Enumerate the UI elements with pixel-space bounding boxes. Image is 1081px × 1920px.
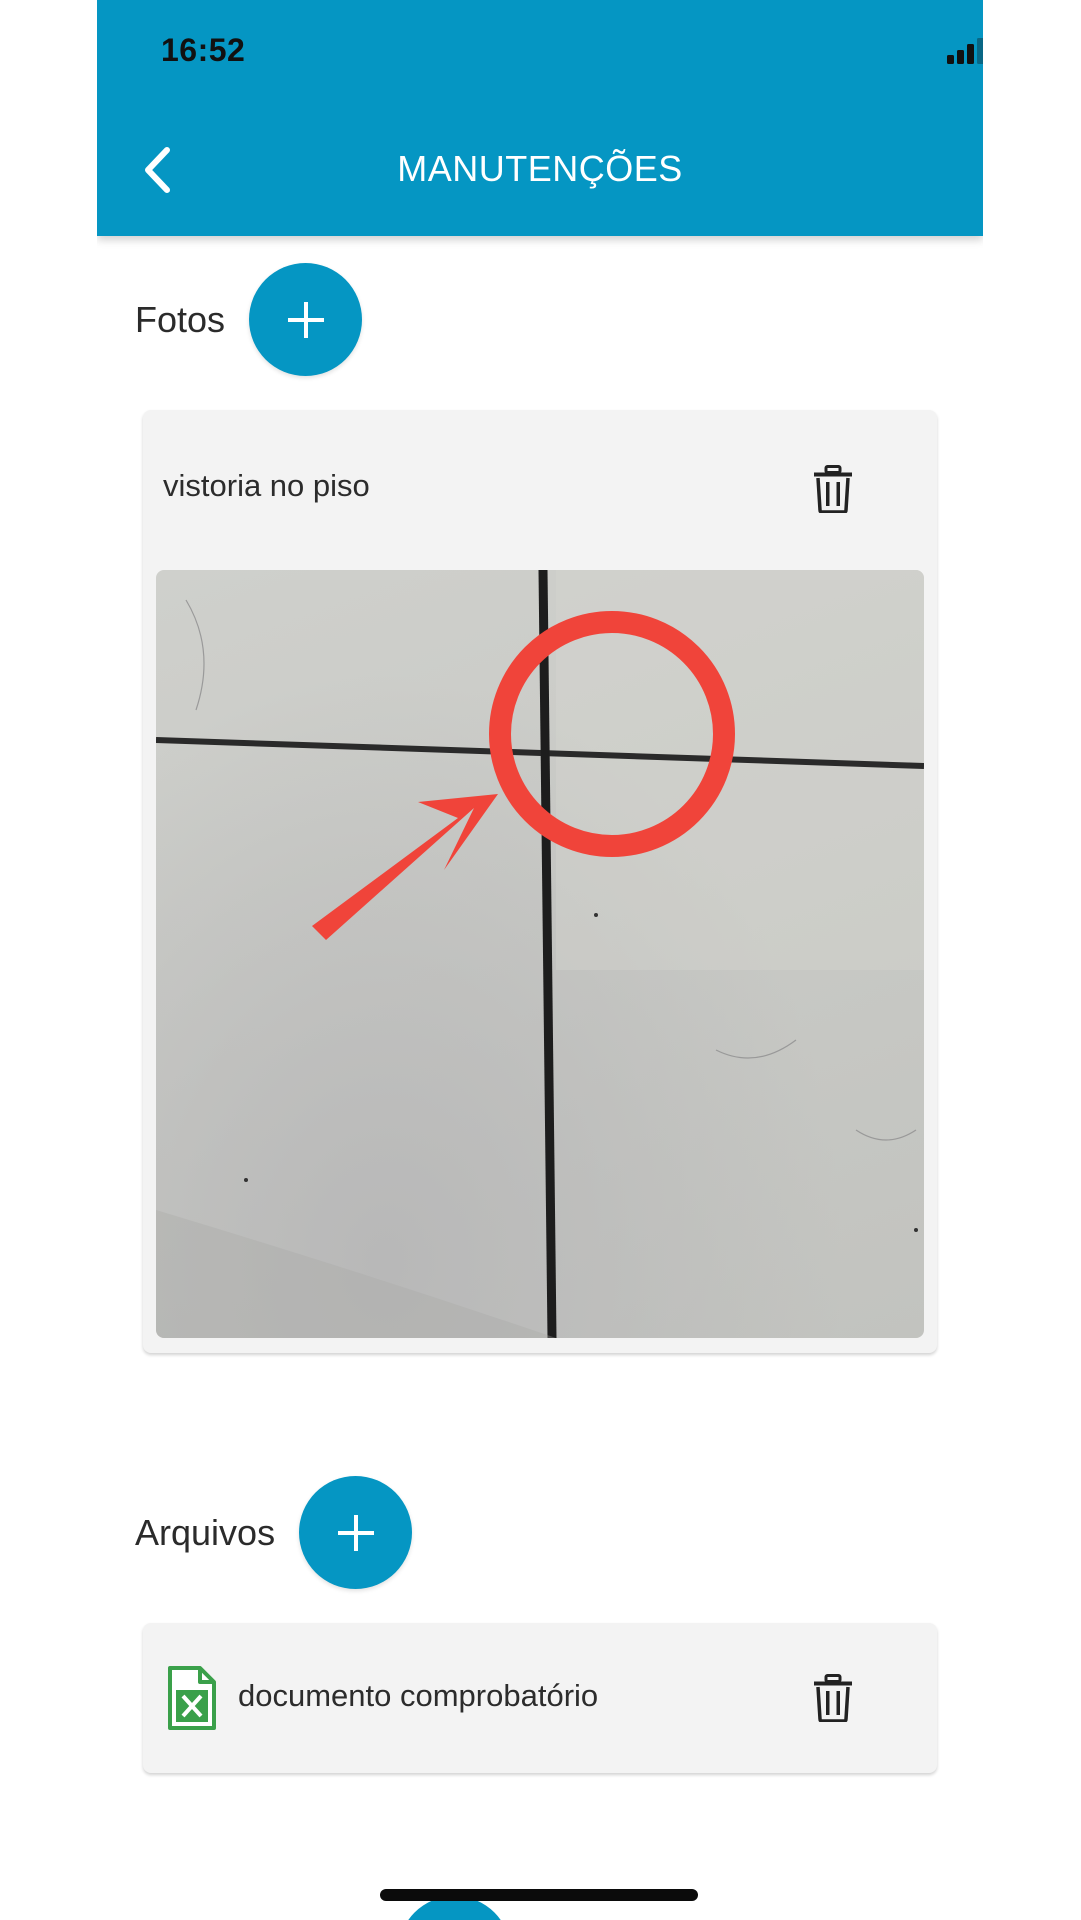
annotation-circle	[489, 611, 735, 857]
photos-section-header: Fotos	[135, 263, 363, 376]
files-section-header: Arquivos	[135, 1476, 413, 1589]
app-bar: 16:52 MANUTENÇÕES	[97, 0, 983, 236]
page-title: MANUTENÇÕES	[397, 148, 683, 189]
files-section-label: Arquivos	[135, 1511, 276, 1553]
app-screen: 16:52 MANUTENÇÕES Fotos vistoria no piso…	[97, 0, 983, 1920]
delete-file-button[interactable]	[803, 1668, 863, 1728]
photos-section-label: Fotos	[135, 298, 226, 340]
status-time: 16:52	[161, 32, 246, 68]
signal-icon	[947, 38, 983, 64]
photo-image[interactable]	[156, 570, 924, 1338]
add-file-button[interactable]	[299, 1476, 413, 1589]
plus-icon	[337, 1514, 374, 1551]
photo-card: vistoria no piso	[143, 410, 937, 1353]
photo-caption: vistoria no piso	[163, 468, 370, 503]
excel-file-icon	[168, 1666, 216, 1730]
annotation-arrow	[312, 794, 498, 940]
file-card[interactable]: documento comprobatório	[143, 1623, 937, 1773]
trash-icon	[814, 465, 852, 513]
trash-icon	[814, 1674, 852, 1722]
add-photo-button[interactable]	[249, 263, 363, 376]
home-indicator	[380, 1889, 698, 1901]
file-name: documento comprobatório	[238, 1678, 599, 1713]
annotation-overlay	[312, 611, 735, 940]
delete-photo-button[interactable]	[803, 459, 863, 519]
plus-icon	[287, 301, 324, 338]
